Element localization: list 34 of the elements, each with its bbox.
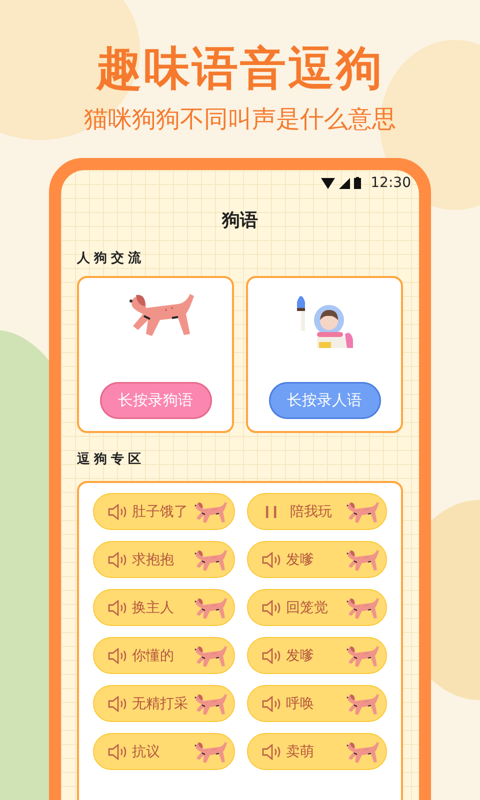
speaker-icon	[262, 600, 282, 616]
sound-button[interactable]: 发嗲	[247, 637, 387, 674]
sound-button[interactable]: 发嗲	[247, 541, 387, 578]
record-button[interactable]: 长按录人语	[268, 382, 380, 419]
headline: 趣味语音逗狗	[96, 40, 384, 96]
speaker-icon	[108, 600, 128, 616]
speaker-icon	[108, 744, 128, 760]
record-button[interactable]: 长按录狗语	[100, 382, 212, 419]
sound-button[interactable]: 换主人	[93, 589, 235, 626]
section-title: 逗狗专区	[77, 451, 146, 469]
battery-icon	[354, 177, 361, 189]
sound-button[interactable]: 你懂的	[93, 637, 235, 674]
sound-button[interactable]: 肚子饿了	[93, 493, 235, 530]
sound-button[interactable]: 无精打采	[93, 685, 235, 722]
wifi-icon	[320, 178, 335, 188]
status-time: 12:30	[370, 175, 411, 191]
speaker-icon	[262, 648, 282, 664]
sound-button[interactable]: 陪我玩	[247, 493, 387, 530]
section-title: 人狗交流	[77, 250, 146, 268]
sound-button[interactable]: 抗议	[93, 733, 235, 770]
sound-button[interactable]: 呼唤	[247, 685, 387, 722]
speaker-icon	[108, 696, 128, 712]
speaker-icon	[108, 648, 128, 664]
sound-button[interactable]: 卖萌	[247, 733, 387, 770]
sound-button[interactable]: 求抱抱	[93, 541, 235, 578]
subheadline: 猫咪狗狗不同叫声是什么意思	[84, 104, 396, 134]
speaker-icon	[262, 696, 282, 712]
speaker-icon	[108, 504, 128, 520]
sound-button[interactable]: 回笼觉	[247, 589, 387, 626]
speaker-icon	[108, 552, 128, 568]
speaker-icon	[262, 552, 282, 568]
screen-title: 狗语	[220, 210, 259, 232]
speaker-icon	[262, 744, 282, 760]
signal-icon	[338, 178, 350, 188]
